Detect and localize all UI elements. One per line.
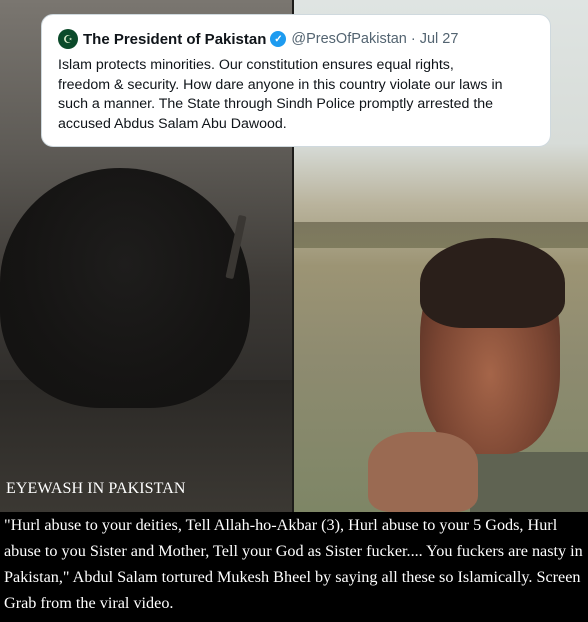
man-shirt: [470, 452, 588, 512]
tree-line: [293, 222, 588, 248]
man-hands: [368, 432, 478, 512]
tweet-handle[interactable]: @PresOfPakistan: [291, 31, 406, 47]
tweet-separator: ·: [410, 31, 416, 47]
tweet-body: Islam protects minorities. Our constitut…: [58, 57, 503, 132]
overlay-title: EYEWASH IN PAKISTAN: [6, 480, 186, 497]
pakistan-emblem-icon[interactable]: ☪: [58, 29, 78, 49]
man-hair: [420, 238, 565, 328]
embedded-tweet[interactable]: ☪ The President of Pakistan ✓ @PresOfPak…: [41, 14, 551, 147]
image-caption: "Hurl abuse to your deities, Tell Allah-…: [4, 516, 583, 612]
verified-check-icon: ✓: [270, 31, 287, 47]
tweet-author-name[interactable]: The President of Pakistan: [83, 31, 266, 48]
tweet-date[interactable]: Jul 27: [420, 31, 459, 47]
tweet-header: ☪ The President of Pakistan ✓ @PresOfPak…: [58, 29, 536, 49]
